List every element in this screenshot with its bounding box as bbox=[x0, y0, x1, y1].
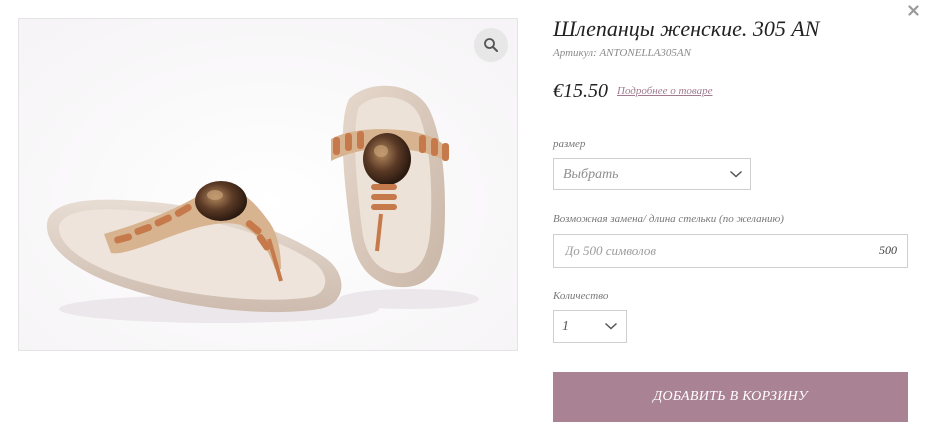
product-sku: Артикул: ANTONELLA305AN bbox=[553, 47, 691, 59]
sandals-photo bbox=[19, 19, 517, 350]
replacement-input[interactable] bbox=[554, 235, 865, 267]
replacement-field: 500 bbox=[553, 234, 908, 268]
size-select-value: Выбрать bbox=[563, 167, 619, 182]
product-image[interactable] bbox=[18, 18, 518, 351]
chevron-down-icon bbox=[729, 170, 743, 178]
product-price: €15.50 bbox=[553, 80, 608, 102]
magnifier-icon bbox=[484, 38, 498, 52]
chevron-down-icon bbox=[604, 322, 618, 330]
character-counter: 500 bbox=[879, 243, 897, 257]
add-to-cart-button[interactable]: ДОБАВИТЬ В КОРЗИНУ bbox=[553, 372, 908, 422]
zoom-button[interactable] bbox=[474, 28, 508, 62]
quantity-label: Количество bbox=[553, 290, 609, 302]
replacement-label: Возможная замена/ длина стельки (по жела… bbox=[553, 213, 784, 225]
size-select[interactable]: Выбрать bbox=[553, 158, 751, 190]
product-details-link[interactable]: Подробнее о товаре bbox=[617, 85, 713, 97]
product-title: Шлепанцы женские. 305 AN bbox=[553, 16, 820, 41]
close-icon bbox=[907, 4, 919, 16]
close-button[interactable] bbox=[904, 1, 922, 19]
quantity-select[interactable]: 1 bbox=[553, 310, 627, 343]
size-label: размер bbox=[553, 138, 586, 150]
quantity-select-value: 1 bbox=[562, 319, 569, 334]
